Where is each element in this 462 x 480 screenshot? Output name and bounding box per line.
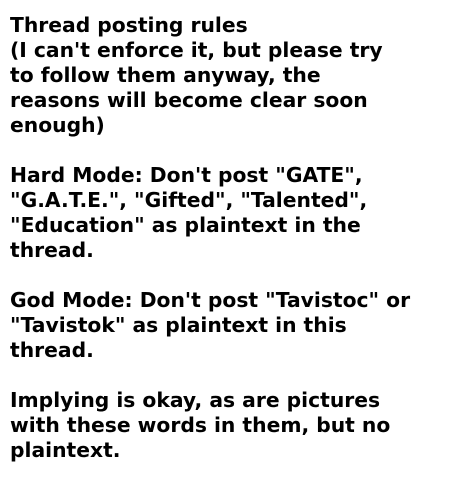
hard-mode-rule: Hard Mode: Don't post "GATE", "G.A.T.E."… [10, 163, 368, 262]
rules-intro: (I can't enforce it, but please try to f… [10, 38, 383, 137]
rules-title: Thread posting rules [10, 13, 248, 37]
rules-document: Thread posting rules (I can't enforce it… [0, 0, 462, 480]
god-mode-rule: God Mode: Don't post "Tavistoc" or "Tavi… [10, 288, 411, 362]
implying-rule: Implying is okay, as are pictures with t… [10, 388, 391, 462]
